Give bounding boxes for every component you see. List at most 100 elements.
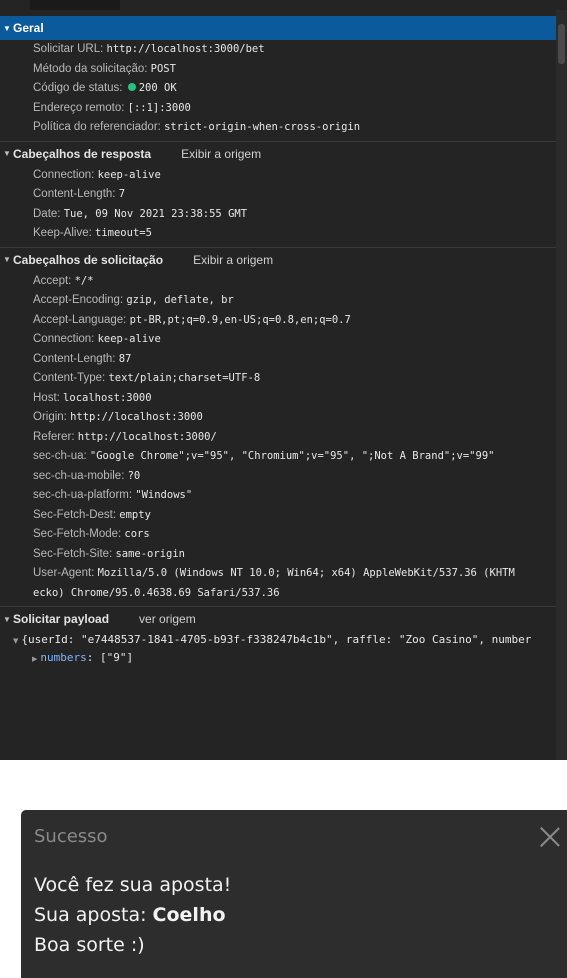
view-source-link[interactable]: ver origem — [139, 612, 196, 626]
header-value: "Google Chrome";v="95", "Chromium";v="95… — [89, 450, 495, 462]
header-row[interactable]: Connection: keep-alive — [0, 330, 556, 350]
expand-triangle-icon[interactable]: ▼ — [13, 637, 18, 645]
header-value: cors — [124, 528, 150, 540]
header-row[interactable]: Código de status: 200 OK — [0, 79, 556, 99]
tab-strip — [0, 0, 567, 10]
header-row[interactable]: sec-ch-ua-platform: "Windows" — [0, 486, 556, 506]
header-key: Host: — [33, 391, 60, 404]
header-key: Sec-Fetch-Mode: — [33, 528, 122, 540]
expand-triangle-icon[interactable]: ▼ — [3, 149, 13, 158]
header-key: Sec-Fetch-Dest: — [33, 508, 117, 521]
expand-triangle-icon[interactable]: ▼ — [3, 255, 13, 264]
header-value: ?0 — [127, 469, 141, 482]
header-row[interactable]: Connection: keep-alive — [0, 166, 556, 186]
header-key: Referer: — [33, 430, 75, 443]
header-value: Mozilla/5.0 (Windows NT 10.0; Win64; x64… — [97, 567, 515, 579]
collapsed-triangle-icon[interactable]: ▶ — [32, 655, 37, 663]
header-key: Content-Length: — [33, 188, 116, 200]
toast-message-line-2: Sua aposta: Coelho — [34, 904, 226, 926]
header-key: Date: — [33, 207, 61, 220]
scrollbar[interactable] — [556, 10, 567, 760]
header-row[interactable]: Sec-Fetch-Mode: cors — [0, 525, 556, 545]
header-value: empty — [119, 508, 151, 521]
payload-section-header[interactable]: ▼ Solicitar payload ver origem — [0, 607, 556, 631]
header-row[interactable]: Date: Tue, 09 Nov 2021 23:38:55 GMT — [0, 205, 556, 225]
header-row-continuation[interactable]: ecko) Chrome/95.0.4638.69 Safari/537.36 — [0, 584, 556, 604]
header-row[interactable]: Método da solicitação: POST — [0, 60, 556, 80]
request-headers-header[interactable]: ▼ Cabeçalhos de solicitação Exibir a ori… — [0, 248, 556, 272]
view-source-link[interactable]: Exibir a origem — [181, 147, 261, 161]
header-row[interactable]: User-Agent: Mozilla/5.0 (Windows NT 10.0… — [0, 564, 556, 584]
general-section-header[interactable]: ▼ Geral — [0, 16, 556, 40]
header-key: Keep-Alive: — [33, 227, 92, 239]
header-row[interactable]: Accept: */* — [0, 272, 556, 292]
scrollbar-thumb[interactable] — [558, 24, 565, 64]
header-key: Accept: — [33, 274, 72, 287]
active-tab-marker — [30, 0, 120, 10]
payload-property-row[interactable]: ▶ numbers: ["9"] — [0, 649, 556, 667]
header-key: sec-ch-ua-platform: — [33, 489, 133, 501]
expand-triangle-icon[interactable]: ▼ — [3, 24, 13, 33]
toast-message-line-3: Boa sorte :) — [34, 934, 145, 956]
toast-message-line-1: Você fez sua aposta! — [34, 874, 232, 896]
header-row[interactable]: Política do referenciador: strict-origin… — [0, 118, 556, 138]
general-section: ▼ Geral Solicitar URL: http://localhost:… — [0, 16, 556, 142]
header-value: keep-alive — [97, 168, 161, 181]
devtools-headers-panel: ▼ Geral Solicitar URL: http://localhost:… — [0, 0, 567, 760]
header-value: http://localhost:3000 — [70, 411, 203, 423]
header-row[interactable]: Endereço remoto: [::1]:3000 — [0, 99, 556, 119]
expand-triangle-icon[interactable]: ▼ — [3, 615, 13, 624]
header-value: http://localhost:3000/bet — [106, 43, 265, 55]
view-source-link[interactable]: Exibir a origem — [193, 253, 273, 267]
header-row[interactable]: Origin: http://localhost:3000 — [0, 408, 556, 428]
header-key: Origin: — [33, 411, 67, 423]
header-key: Código de status: — [33, 82, 123, 94]
header-row[interactable]: Keep-Alive: timeout=5 — [0, 224, 556, 244]
payload-section-title: Solicitar payload — [13, 612, 110, 626]
status-ok-dot-icon — [127, 83, 136, 91]
close-icon[interactable] — [539, 824, 561, 846]
request-headers-section: ▼ Cabeçalhos de solicitação Exibir a ori… — [0, 248, 556, 607]
header-row[interactable]: Accept-Encoding: gzip, deflate, br — [0, 291, 556, 311]
header-row[interactable]: Content-Type: text/plain;charset=UTF-8 — [0, 369, 556, 389]
success-toast: Sucesso Você fez sua aposta! Sua aposta:… — [21, 810, 567, 978]
header-value: 87 — [118, 352, 132, 365]
bet-label: Sua aposta: — [34, 904, 153, 926]
header-row[interactable]: Referer: http://localhost:3000/ — [0, 428, 556, 448]
payload-colon: : — [86, 651, 100, 664]
header-row[interactable]: sec-ch-ua: "Google Chrome";v="95", "Chro… — [0, 447, 556, 467]
header-row[interactable]: Solicitar URL: http://localhost:3000/bet — [0, 40, 556, 60]
header-key: Accept-Encoding: — [33, 294, 124, 306]
bet-value: Coelho — [152, 904, 226, 926]
header-key: Endereço remoto: — [33, 101, 125, 114]
header-key: User-Agent: — [33, 567, 95, 579]
header-value: Tue, 09 Nov 2021 23:38:55 GMT — [63, 207, 248, 220]
header-value: pt-BR,pt;q=0.9,en-US;q=0.8,en;q=0.7 — [129, 313, 351, 326]
header-value: keep-alive — [97, 333, 161, 345]
header-key: Content-Type: — [33, 372, 106, 384]
payload-key: numbers — [40, 651, 87, 664]
header-key: Política do referenciador: — [33, 121, 161, 133]
header-key: Método da solicitação: — [33, 62, 148, 75]
header-key: Accept-Language: — [33, 313, 127, 326]
header-value: 200 OK — [138, 82, 177, 94]
payload-object-row[interactable]: ▼ {userId: "e7448537-1841-4705-b93f-f3382… — [0, 631, 556, 649]
header-value: ecko) Chrome/95.0.4638.69 Safari/537.36 — [33, 586, 280, 599]
header-row[interactable]: Content-Length: 7 — [0, 185, 556, 205]
header-row[interactable]: sec-ch-ua-mobile: ?0 — [0, 467, 556, 487]
header-row[interactable]: Content-Length: 87 — [0, 350, 556, 370]
response-headers-header[interactable]: ▼ Cabeçalhos de resposta Exibir a origem — [0, 142, 556, 166]
header-row[interactable]: Host: localhost:3000 — [0, 389, 556, 409]
header-row[interactable]: Accept-Language: pt-BR,pt;q=0.9,en-US;q=… — [0, 311, 556, 331]
payload-value: ["9"] — [100, 651, 134, 664]
request-headers-title: Cabeçalhos de solicitação — [13, 252, 164, 267]
header-value: "Windows" — [135, 489, 193, 501]
header-row[interactable]: Sec-Fetch-Dest: empty — [0, 506, 556, 526]
header-value: 7 — [118, 188, 126, 200]
header-key: Sec-Fetch-Site: — [33, 547, 113, 560]
header-value: same-origin — [115, 547, 185, 560]
toast-title: Sucesso — [34, 826, 108, 847]
payload-summary: {userId: "e7448537-1841-4705-b93f-f33824… — [21, 633, 532, 646]
header-value: localhost:3000 — [63, 391, 152, 404]
header-row[interactable]: Sec-Fetch-Site: same-origin — [0, 545, 556, 565]
